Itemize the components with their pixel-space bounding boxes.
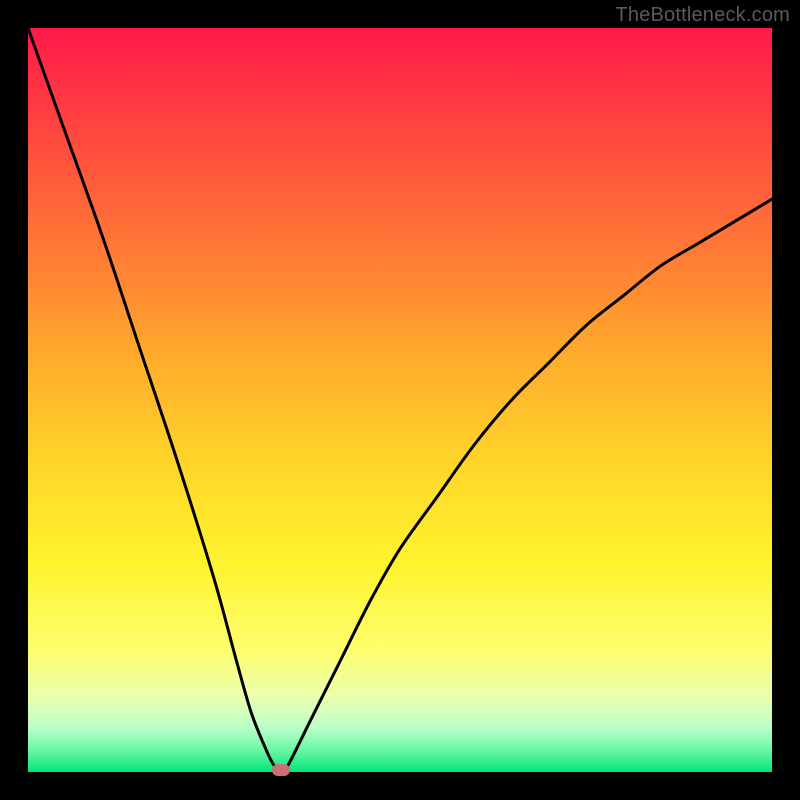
bottleneck-curve: [28, 28, 772, 772]
watermark-text: TheBottleneck.com: [615, 4, 790, 27]
optimal-marker: [272, 764, 290, 776]
chart-area: [28, 28, 772, 772]
